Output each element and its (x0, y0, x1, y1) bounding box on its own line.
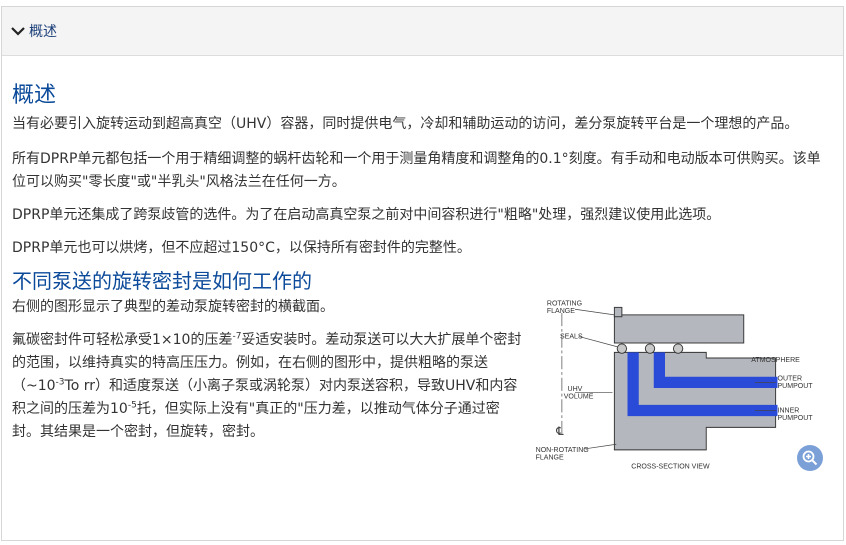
seal-1 (616, 343, 628, 354)
rotating-flange-step (613, 306, 623, 318)
zoom-in-icon (802, 450, 818, 466)
chevron-down-icon (11, 27, 25, 36)
zoom-in-button[interactable] (797, 445, 823, 471)
label-cross-section: CROSS-SECTION VIEW (631, 464, 710, 471)
label-uhv-1: UHV (568, 386, 583, 393)
label-inner-2: PUMPOUT (778, 415, 814, 422)
label-nonrot-1: NON-ROTATING (536, 447, 589, 454)
exponent-2: -3 (55, 377, 65, 388)
rotating-flange-shape (613, 314, 745, 344)
accordion-title: 概述 (29, 24, 57, 40)
leader-nonrot (584, 443, 617, 450)
label-outer-1: OUTER (778, 376, 803, 383)
accordion-header[interactable]: 概述 (2, 7, 843, 56)
how-p2-part-a: 氟碳密封件可轻松承受1×10的压差 (12, 332, 233, 348)
label-inner-1: INNER (778, 407, 800, 414)
label-seals: SEALS (560, 333, 583, 340)
how-paragraph-2: 氟碳密封件可轻松承受1×10的压差-7妥适安装时。差动泵送可以大大扩展单个密封的… (12, 329, 524, 444)
overview-paragraph-4: DPRP单元也可以烘烤，但不应超过150°C，以保持所有密封件的完整性。 (12, 240, 471, 256)
leader-rotating (574, 308, 615, 316)
how-paragraph-1: 右侧的图形显示了典型的差动泵旋转密封的横截面。 (12, 299, 334, 315)
seal-3 (672, 343, 684, 354)
rotary-seal-cross-section-figure: ROTATING FLANGE SEALS ATMOSPHERE OUTER P… (536, 301, 814, 471)
label-rotating-1: ROTATING (547, 301, 582, 308)
leader-seals (578, 336, 618, 348)
overview-paragraph-1: 当有必要引入旋转运动到超高真空（UHV）容器，同时提供电气，冷却和辅助运动的访问… (12, 116, 799, 132)
overview-paragraph-3: DPRP单元还集成了跨泵歧管的选件。为了在启动高真空泵之前对中间容积进行"粗略"… (12, 207, 721, 223)
exponent-3: -5 (127, 400, 137, 411)
label-rotating-2: FLANGE (547, 308, 575, 315)
overview-heading: 概述 (12, 83, 57, 108)
label-uhv-2: VOLUME (564, 393, 594, 400)
how-text-column: 右侧的图形显示了典型的差动泵旋转密封的横截面。 氟碳密封件可轻松承受1×10的压… (12, 296, 524, 444)
label-outer-2: PUMPOUT (778, 383, 814, 390)
label-nonrot-2: FLANGE (536, 454, 564, 461)
centerline-symbol: ℄ (555, 426, 563, 438)
seal-2 (644, 343, 656, 354)
overview-paragraph-2: 所有DPRP单元都包括一个用于精细调整的蜗杆齿轮和一个用于测量角精度和调整角的0… (12, 151, 821, 190)
label-atmosphere: ATMOSPHERE (751, 357, 800, 364)
